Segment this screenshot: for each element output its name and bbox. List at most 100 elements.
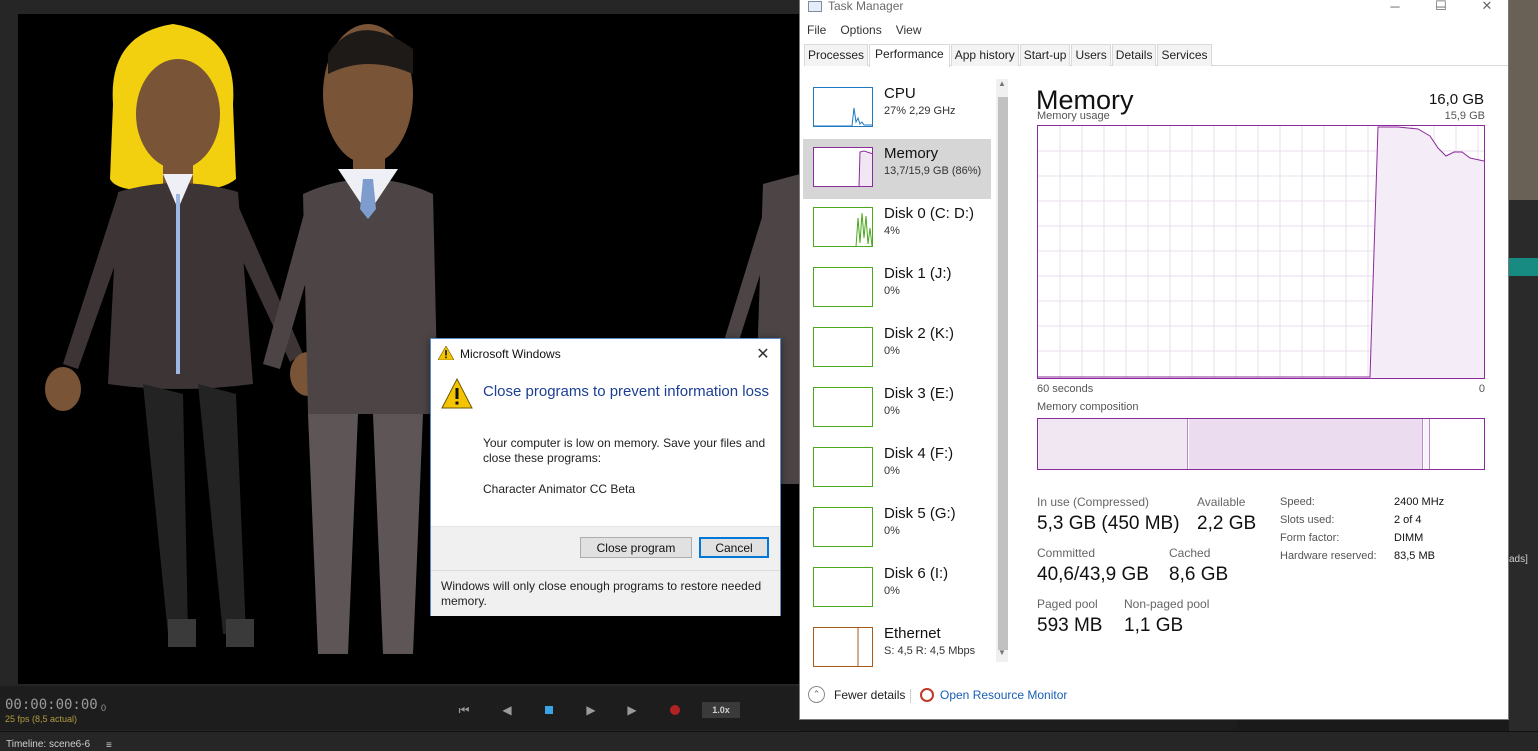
time-axis-end: 0	[1478, 383, 1485, 395]
minimize-button[interactable]: ─	[1372, 0, 1418, 17]
frame-number: 0	[101, 703, 107, 713]
hardware-reserved-label: Hardware reserved:	[1280, 550, 1377, 562]
composition-modified	[1189, 419, 1423, 469]
disk-thumbnail-graph	[813, 387, 873, 427]
step-back-icon[interactable]: ◀︎	[498, 701, 516, 719]
warning-icon	[438, 346, 454, 360]
scroll-up-icon[interactable]: ▲	[996, 79, 1008, 93]
available-label: Available	[1197, 495, 1246, 509]
menu-file[interactable]: File	[800, 21, 833, 41]
menu-options[interactable]: Options	[833, 21, 888, 41]
memory-usage-graph	[1037, 125, 1485, 379]
in-use-label: In use (Compressed)	[1037, 495, 1150, 509]
close-icon[interactable]: ✕	[752, 343, 774, 365]
scrollbar-thumb[interactable]	[998, 97, 1008, 650]
resource-monitor-icon[interactable]	[920, 688, 934, 702]
memory-composition-label: Memory composition	[1037, 401, 1139, 413]
resource-value: 0%	[884, 585, 900, 597]
panel-menu-icon[interactable]: ≡	[106, 740, 112, 751]
cached-value: 8,6 GB	[1169, 564, 1229, 585]
playback-speed-button[interactable]: 1.0x	[702, 702, 740, 718]
resource-disk-4[interactable]: Disk 4 (F:) 0%	[803, 439, 991, 499]
screen: 00:00:00:00 0 25 fps (8,5 actual) ⏮ ◀︎ ▶…	[0, 0, 1538, 751]
resource-memory[interactable]: Memory 13,7/15,9 GB (86%)	[803, 139, 991, 199]
resource-disk-6[interactable]: Disk 6 (I:) 0%	[803, 559, 991, 619]
resource-ethernet[interactable]: Ethernet S: 4,5 R: 4,5 Mbps	[803, 619, 991, 679]
resource-disk-1[interactable]: Disk 1 (J:) 0%	[803, 259, 991, 319]
resource-value: 4%	[884, 225, 900, 237]
tab-app-history[interactable]: App history	[950, 44, 1019, 66]
slots-used-label: Slots used:	[1280, 514, 1335, 526]
disk-thumbnail-graph	[813, 447, 873, 487]
in-use-value: 5,3 GB (450 MB)	[1037, 513, 1180, 534]
resource-value: S: 4,5 R: 4,5 Mbps	[884, 645, 976, 657]
resource-cpu[interactable]: CPU 27% 2,29 GHz	[803, 79, 991, 139]
resource-list-scrollbar[interactable]: ▲ ▼	[996, 79, 1008, 662]
resource-disk-2[interactable]: Disk 2 (K:) 0%	[803, 319, 991, 379]
disk-thumbnail-graph	[813, 267, 873, 307]
disk-thumbnail-graph	[813, 567, 873, 607]
form-factor-label: Form factor:	[1280, 532, 1340, 544]
fewer-details-link[interactable]: Fewer details	[834, 688, 905, 702]
available-value: 2,2 GB	[1197, 513, 1257, 534]
resource-name: CPU	[884, 85, 916, 102]
task-manager-footer: ⌃ Fewer details Open Resource Monitor	[800, 680, 1508, 720]
step-forward-icon[interactable]: ▶︎	[623, 701, 641, 719]
resource-value: 27% 2,29 GHz	[884, 105, 956, 117]
maximize-icon[interactable]: ☐	[1418, 0, 1464, 17]
task-manager-title: Task Manager	[828, 0, 904, 13]
tab-start-up[interactable]: Start-up	[1019, 44, 1071, 66]
committed-label: Committed	[1037, 546, 1096, 560]
open-resource-monitor-link[interactable]: Open Resource Monitor	[940, 688, 1067, 702]
disk-thumbnail-graph	[813, 507, 873, 547]
play-icon[interactable]: ▶	[582, 701, 600, 719]
menu-view[interactable]: View	[889, 21, 929, 41]
composition-standby	[1424, 419, 1430, 469]
task-manager-app-icon	[808, 1, 822, 12]
right-panel-text: ads]	[1509, 554, 1528, 565]
form-factor-value: DIMM	[1394, 532, 1424, 544]
resource-value: 0%	[884, 285, 900, 297]
timecode: 00:00:00:00	[5, 697, 98, 713]
dialog-titlebar: Microsoft Windows ✕	[431, 339, 780, 369]
task-manager-window: Task Manager ─ ─ ☐ ✕ File Options View P…	[799, 0, 1509, 720]
resource-name: Disk 0 (C: D:)	[884, 205, 974, 222]
dialog-button-bar: Close program Cancel	[431, 526, 780, 570]
resource-name: Disk 5 (G:)	[884, 505, 956, 522]
memory-total: 16,0 GB	[1428, 91, 1484, 108]
cached-label: Cached	[1169, 546, 1211, 560]
resource-value: 13,7/15,9 GB (86%)	[884, 165, 982, 177]
resource-name: Ethernet	[884, 625, 941, 642]
tab-performance[interactable]: Performance	[869, 44, 950, 67]
menu-bar: File Options View	[800, 21, 1508, 41]
hardware-reserved-value: 83,5 MB	[1394, 550, 1435, 562]
dialog-footer-note: Windows will only close enough programs …	[431, 570, 780, 616]
memory-usage-max: 15,9 GB	[1444, 110, 1485, 122]
non-paged-pool-label: Non-paged pool	[1124, 597, 1210, 611]
low-memory-dialog: Microsoft Windows ✕ Close programs to pr…	[430, 338, 781, 616]
disk-thumbnail-graph	[813, 207, 873, 247]
time-axis-start: 60 seconds	[1037, 383, 1094, 395]
resource-disk-5[interactable]: Disk 5 (G:) 0%	[803, 499, 991, 559]
cancel-button[interactable]: Cancel	[699, 537, 769, 558]
close-program-button[interactable]: Close program	[580, 537, 692, 558]
chevron-up-icon[interactable]: ⌃	[808, 686, 825, 703]
go-to-start-icon[interactable]: ⏮	[455, 701, 473, 719]
tab-strip: Processes Performance App history Start-…	[804, 44, 1508, 67]
speed-value: 2400 MHz	[1394, 496, 1445, 508]
scroll-down-icon[interactable]: ▼	[996, 648, 1008, 662]
stop-icon[interactable]	[545, 706, 553, 714]
close-icon[interactable]: ✕	[1464, 0, 1510, 17]
resource-name: Memory	[884, 145, 939, 162]
tab-details[interactable]: Details	[1111, 44, 1157, 66]
resource-value: 0%	[884, 465, 900, 477]
resource-disk-3[interactable]: Disk 3 (E:) 0%	[803, 379, 991, 439]
memory-detail-panel: Memory 16,0 GB Memory usage 15,9 GB 60 s…	[1024, 79, 1494, 679]
resource-disk-0[interactable]: Disk 0 (C: D:) 4%	[803, 199, 991, 259]
tab-services[interactable]: Services	[1157, 44, 1212, 66]
tab-processes[interactable]: Processes	[804, 44, 869, 66]
non-paged-pool-value: 1,1 GB	[1124, 615, 1184, 636]
tab-users[interactable]: Users	[1071, 44, 1111, 66]
record-icon[interactable]	[670, 705, 680, 715]
resource-name: Disk 3 (E:)	[884, 385, 955, 402]
